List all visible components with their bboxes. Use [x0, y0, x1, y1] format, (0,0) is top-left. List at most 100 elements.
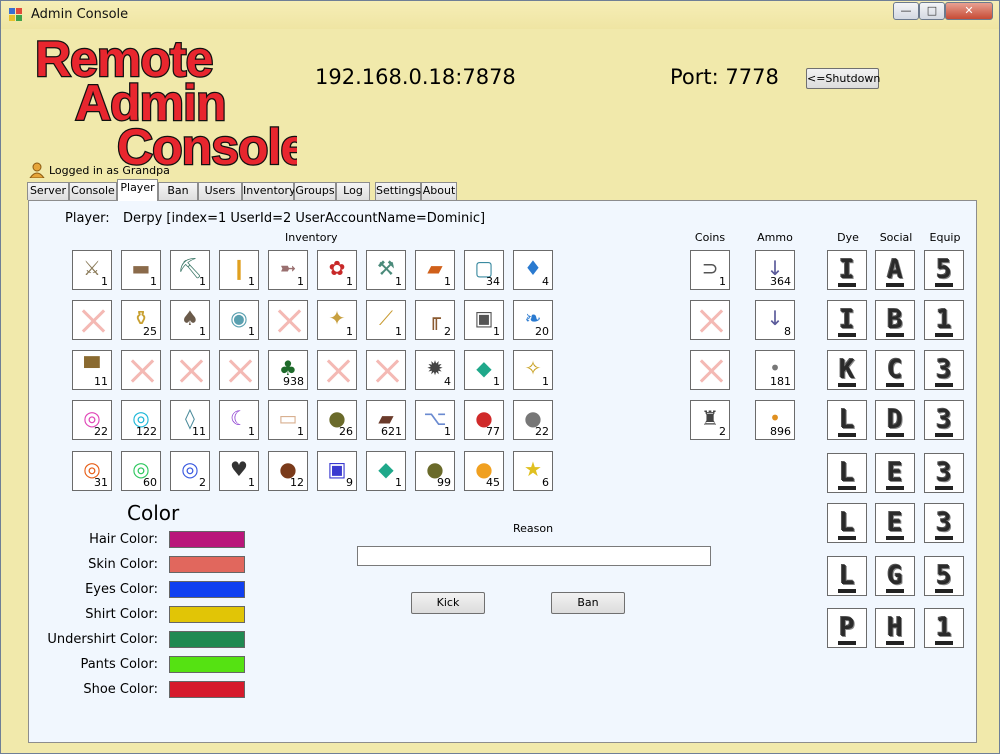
inventory-slot[interactable]: ☾ 1	[219, 400, 259, 440]
inventory-slot[interactable]: ⌥ 1	[415, 400, 455, 440]
tab-users[interactable]: Users	[198, 182, 242, 200]
color-swatch[interactable]	[169, 656, 245, 673]
color-swatch[interactable]	[169, 631, 245, 648]
social-slot[interactable]: C	[875, 350, 915, 390]
minimize-button[interactable]: —	[893, 2, 919, 20]
social-slot[interactable]: A	[875, 250, 915, 290]
inventory-slot[interactable]: ▰ 1	[415, 250, 455, 290]
inventory-slot[interactable]: ➼ 1	[268, 250, 308, 290]
inventory-slot[interactable]: ◉ 1	[219, 300, 259, 340]
social-slot[interactable]: B	[875, 300, 915, 340]
coin-slot[interactable]	[690, 350, 730, 390]
inventory-slot[interactable]: ╓ 2	[415, 300, 455, 340]
coin-slot[interactable]	[690, 300, 730, 340]
social-slot[interactable]: D	[875, 400, 915, 440]
inventory-slot[interactable]: ▬ 1	[121, 250, 161, 290]
inventory-slot[interactable]	[121, 350, 161, 390]
color-swatch[interactable]	[169, 681, 245, 698]
inventory-slot[interactable]: ▢ 34	[464, 250, 504, 290]
inventory-slot[interactable]: ▣ 1	[464, 300, 504, 340]
dye-slot[interactable]: L	[827, 400, 867, 440]
dye-slot[interactable]: P	[827, 608, 867, 648]
inventory-slot[interactable]: ✧ 1	[513, 350, 553, 390]
social-slot[interactable]: G	[875, 556, 915, 596]
equip-slot[interactable]: 5	[924, 250, 964, 290]
maximize-button[interactable]: □	[919, 2, 945, 20]
ammo-slot[interactable]: ↓ 364	[755, 250, 795, 290]
inventory-slot[interactable]	[219, 350, 259, 390]
inventory-slot[interactable]: ⚔ 1	[72, 250, 112, 290]
inventory-slot[interactable]: ● 77	[464, 400, 504, 440]
inventory-slot[interactable]	[72, 300, 112, 340]
equip-slot[interactable]: 3	[924, 350, 964, 390]
reason-input[interactable]	[357, 546, 711, 566]
tab-groups[interactable]: Groups	[294, 182, 336, 200]
inventory-slot[interactable]: ✦ 1	[317, 300, 357, 340]
shutdown-button[interactable]: <=Shutdown	[806, 68, 880, 89]
inventory-slot[interactable]: ◎ 22	[72, 400, 112, 440]
inventory-slot[interactable]: ◎ 60	[121, 451, 161, 491]
tab-log[interactable]: Log	[336, 182, 370, 200]
dye-slot[interactable]: L	[827, 556, 867, 596]
inventory-slot[interactable]: ♠ 1	[170, 300, 210, 340]
dye-slot[interactable]: L	[827, 503, 867, 543]
inventory-slot[interactable]	[366, 350, 406, 390]
color-swatch[interactable]	[169, 581, 245, 598]
inventory-slot[interactable]: ⚒ 1	[366, 250, 406, 290]
inventory-slot[interactable]: ✹ 4	[415, 350, 455, 390]
inventory-slot[interactable]: ♦ 4	[513, 250, 553, 290]
dye-slot[interactable]: I	[827, 300, 867, 340]
tab-inventory[interactable]: Inventory	[242, 182, 296, 200]
dye-slot[interactable]: K	[827, 350, 867, 390]
inventory-slot[interactable]: ♥ 1	[219, 451, 259, 491]
dye-slot[interactable]: I	[827, 250, 867, 290]
dye-slot[interactable]: L	[827, 453, 867, 493]
inventory-slot[interactable]: ▭ 1	[268, 400, 308, 440]
inventory-slot[interactable]: ◎ 122	[121, 400, 161, 440]
kick-button[interactable]: Kick	[411, 592, 485, 614]
inventory-slot[interactable]: ❙ 1	[219, 250, 259, 290]
ban-button[interactable]: Ban	[551, 592, 625, 614]
tab-player[interactable]: Player	[117, 179, 158, 201]
inventory-slot[interactable]: ● 12	[268, 451, 308, 491]
tab-about[interactable]: About	[421, 182, 457, 200]
inventory-slot[interactable]	[317, 350, 357, 390]
inventory-slot[interactable]: ● 99	[415, 451, 455, 491]
inventory-slot[interactable]: ❧ 20	[513, 300, 553, 340]
inventory-slot[interactable]	[170, 350, 210, 390]
inventory-slot[interactable]: ▀ 11	[72, 350, 112, 390]
social-slot[interactable]: H	[875, 608, 915, 648]
social-slot[interactable]: E	[875, 503, 915, 543]
ammo-slot[interactable]: • 896	[755, 400, 795, 440]
inventory-slot[interactable]: ▣ 9	[317, 451, 357, 491]
social-slot[interactable]: E	[875, 453, 915, 493]
inventory-slot[interactable]: ★ 6	[513, 451, 553, 491]
close-button[interactable]: ✕	[945, 2, 993, 20]
inventory-slot[interactable]: ⛏ 1	[170, 250, 210, 290]
inventory-slot[interactable]: ◎ 2	[170, 451, 210, 491]
inventory-slot[interactable]: ◎ 31	[72, 451, 112, 491]
inventory-slot[interactable]: ◆ 1	[366, 451, 406, 491]
coin-slot[interactable]: ⊃ 1	[690, 250, 730, 290]
inventory-slot[interactable]: ● 22	[513, 400, 553, 440]
tab-console[interactable]: Console	[69, 182, 117, 200]
equip-slot[interactable]: 3	[924, 400, 964, 440]
color-swatch[interactable]	[169, 556, 245, 573]
equip-slot[interactable]: 3	[924, 503, 964, 543]
tab-server[interactable]: Server	[27, 182, 69, 200]
tab-settings[interactable]: Settings	[375, 182, 421, 200]
inventory-slot[interactable]: ▰ 621	[366, 400, 406, 440]
equip-slot[interactable]: 1	[924, 300, 964, 340]
color-swatch[interactable]	[169, 531, 245, 548]
inventory-slot[interactable]: ● 26	[317, 400, 357, 440]
tab-ban[interactable]: Ban	[158, 182, 198, 200]
equip-slot[interactable]: 5	[924, 556, 964, 596]
inventory-slot[interactable]: ● 45	[464, 451, 504, 491]
equip-slot[interactable]: 1	[924, 608, 964, 648]
inventory-slot[interactable]: ♣ 938	[268, 350, 308, 390]
ammo-slot[interactable]: ↓ 8	[755, 300, 795, 340]
ammo-slot[interactable]: • 181	[755, 350, 795, 390]
inventory-slot[interactable]: ⟋ 1	[366, 300, 406, 340]
coin-slot[interactable]: ♜ 2	[690, 400, 730, 440]
inventory-slot[interactable]: ✿ 1	[317, 250, 357, 290]
